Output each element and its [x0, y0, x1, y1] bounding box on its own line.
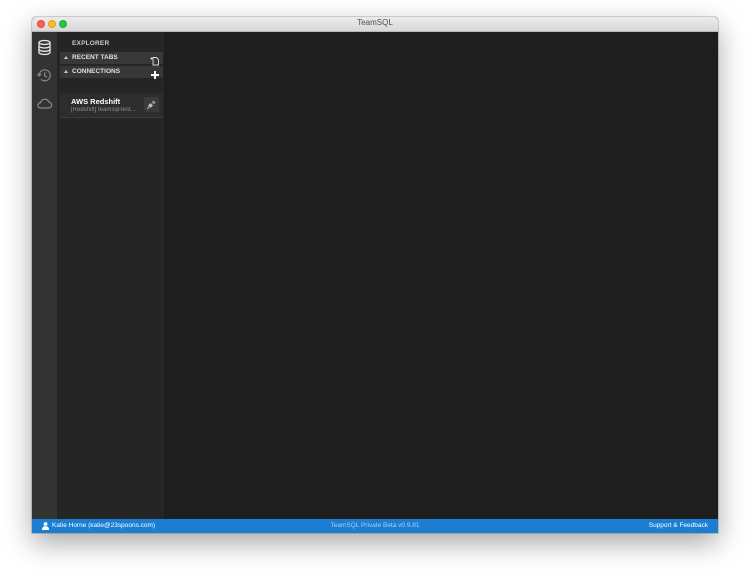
explorer-sidebar: EXPLORER RECENT TABS CONNECTIONS AWS Red… [57, 32, 164, 519]
connect-button[interactable] [144, 97, 159, 112]
connection-name: AWS Redshift [71, 97, 121, 106]
recent-tabs-label: RECENT TABS [72, 54, 118, 61]
connection-detail: [Redshift] teamsql-test... [71, 107, 136, 113]
editor-area[interactable] [164, 32, 718, 519]
collapse-arrow-icon [64, 70, 68, 73]
plus-icon[interactable] [150, 67, 160, 79]
window-title: TeamSQL [357, 18, 393, 27]
activity-bar [32, 32, 57, 519]
collapse-arrow-icon [64, 56, 68, 59]
explorer-title: EXPLORER [72, 40, 110, 47]
connections-section-header[interactable]: CONNECTIONS [60, 66, 163, 79]
connection-item-aws-redshift[interactable]: AWS Redshift [Redshift] teamsql-test... [60, 93, 163, 118]
new-tab-icon[interactable] [150, 53, 160, 66]
database-icon[interactable] [36, 39, 53, 56]
history-icon[interactable] [36, 67, 53, 84]
cloud-icon[interactable] [36, 95, 53, 112]
recent-tabs-section-header[interactable]: RECENT TABS [60, 52, 163, 66]
title-bar[interactable]: TeamSQL [32, 17, 718, 32]
support-feedback-link[interactable]: Support & Feedback [649, 520, 708, 532]
status-bar: Katie Horne (katie@23spoons.com) TeamSQL… [32, 519, 718, 533]
connections-label: CONNECTIONS [72, 68, 121, 75]
status-version: TeamSQL Private Beta v0.9.81 [330, 522, 420, 529]
plug-connect-icon [146, 100, 156, 110]
app-window: TeamSQL EXPLORER RECENT TABS CONNECTIONS… [32, 17, 718, 533]
